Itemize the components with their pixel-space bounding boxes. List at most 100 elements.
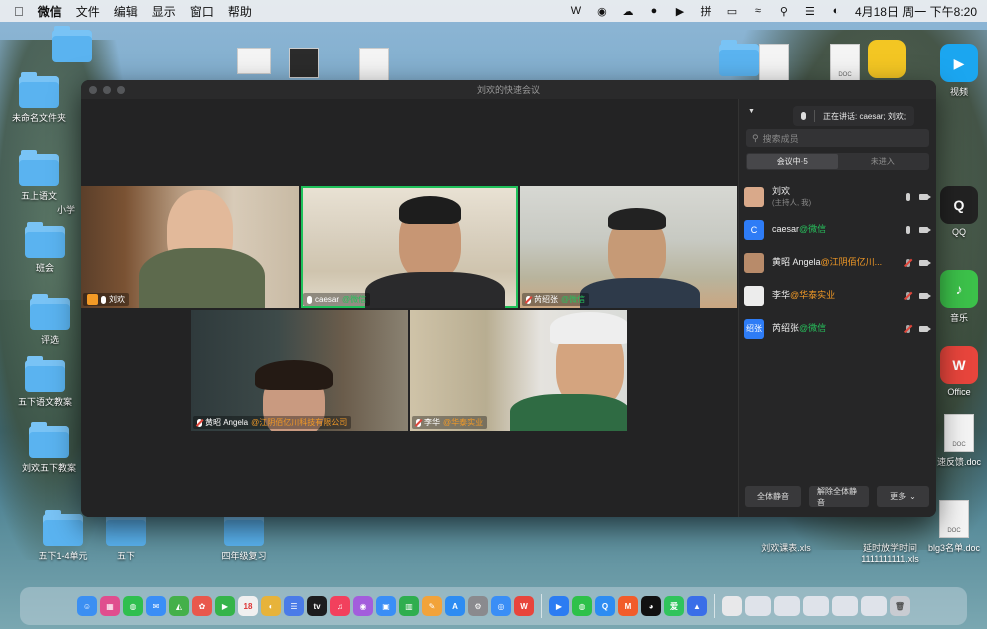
wps-status-icon[interactable]: W	[569, 5, 583, 17]
mic-icon[interactable]	[906, 225, 910, 234]
play-status-icon[interactable]: ▶	[673, 5, 687, 18]
video-tile[interactable]: 李华 @华泰实业	[410, 310, 627, 431]
video-tile[interactable]: 刘欢	[81, 186, 299, 308]
desktop-folder[interactable]: 五下语文教案	[6, 356, 84, 408]
desktop-file[interactable]: 刘欢课表.xls	[748, 538, 824, 554]
mic-muted-icon[interactable]	[906, 324, 910, 333]
apple-icon[interactable]: 	[14, 4, 24, 19]
minimized-window-thumbnail[interactable]	[861, 596, 887, 616]
menu-help[interactable]: 帮助	[228, 3, 252, 20]
unmute-all-button[interactable]: 解除全体静音	[809, 486, 869, 507]
tencent-meeting-icon[interactable]: ▶	[549, 596, 569, 616]
menu-file[interactable]: 文件	[76, 3, 100, 20]
qq-browser-icon[interactable]: Q	[595, 596, 615, 616]
menu-window[interactable]: 窗口	[190, 3, 214, 20]
video-tile[interactable]: caesar @微信	[301, 186, 518, 308]
search-icon[interactable]: ⚲	[777, 5, 791, 18]
desktop-folder[interactable]	[33, 26, 111, 62]
member-row[interactable]: 刘欢 (主持人, 我)	[744, 180, 934, 213]
wps-icon[interactable]: W	[514, 596, 534, 616]
camera-icon[interactable]	[919, 193, 931, 200]
bell-status-icon[interactable]: ●	[647, 5, 661, 17]
member-row[interactable]: C caesar@微信	[744, 213, 934, 246]
mic-icon[interactable]	[906, 192, 910, 201]
control-center-icon[interactable]: ☰	[803, 5, 817, 18]
member-row[interactable]: 绍张 芮绍张@微信	[744, 312, 934, 345]
wechat-icon[interactable]: ◍	[572, 596, 592, 616]
maps-icon[interactable]: ◭	[169, 596, 189, 616]
menu-app-name[interactable]: 微信	[38, 3, 62, 20]
safari-icon[interactable]: ◎	[491, 596, 511, 616]
camera-icon[interactable]	[919, 292, 931, 299]
qq-icon[interactable]: ◕	[641, 596, 661, 616]
collapse-caret-icon[interactable]: ▼	[748, 108, 755, 115]
cloud-status-icon[interactable]: ☁	[621, 5, 635, 18]
messages-icon[interactable]: ◍	[123, 596, 143, 616]
minimized-window-thumbnail[interactable]	[745, 596, 771, 616]
desktop-app[interactable]: W Office	[932, 346, 986, 397]
desktop-folder[interactable]: 五上语文	[0, 150, 78, 202]
tab-in-meeting[interactable]: 会议中·5	[747, 154, 838, 169]
minimized-window-thumbnail[interactable]	[832, 596, 858, 616]
desktop-folder[interactable]: 未命名文件夹	[0, 72, 78, 124]
facetime-icon[interactable]: ▶	[215, 596, 235, 616]
video-tile[interactable]: 芮绍张 @微信	[520, 186, 737, 308]
menu-view[interactable]: 显示	[152, 3, 176, 20]
preview-icon[interactable]: ▲	[687, 596, 707, 616]
reminders-icon[interactable]: ☰	[284, 596, 304, 616]
battery-icon[interactable]: ▭	[725, 5, 739, 18]
downloads-stack-icon[interactable]	[722, 596, 742, 616]
siri-icon[interactable]: ◐	[829, 5, 843, 17]
mail-icon[interactable]: ✉	[146, 596, 166, 616]
system-preferences-icon[interactable]: ⚙	[468, 596, 488, 616]
trash-icon[interactable]: 🗑	[890, 596, 910, 616]
desktop-app[interactable]: Q QQ	[932, 186, 986, 237]
wifi-icon[interactable]: ≈	[751, 5, 765, 17]
mute-all-button[interactable]: 全体静音	[745, 486, 801, 507]
desktop-folder[interactable]: 评选	[11, 294, 89, 346]
more-button[interactable]: 更多 ⌄	[877, 486, 929, 507]
numbers-icon[interactable]: ▥	[399, 596, 419, 616]
desktop-file[interactable]	[735, 44, 813, 82]
member-search-input[interactable]: ⚲ 搜索成员	[746, 129, 929, 147]
desktop-folder[interactable]: 四年级复习	[205, 510, 283, 562]
minimized-window-thumbnail[interactable]	[774, 596, 800, 616]
podcasts-icon[interactable]: ◉	[353, 596, 373, 616]
desktop-app[interactable]: ▶ 视频	[932, 44, 986, 98]
desktop-app[interactable]	[848, 40, 926, 78]
video-tile[interactable]: 黄昭 Angela @江阴佰亿川科技有限公司	[191, 310, 408, 431]
contacts-icon[interactable]: ◐	[261, 596, 281, 616]
calendar-icon[interactable]: 18	[238, 596, 258, 616]
desktop-folder[interactable]: 五下	[87, 510, 165, 562]
wechat-status-icon[interactable]: ◉	[595, 5, 609, 18]
menu-clock[interactable]: 4月18日 周一 下午8:20	[855, 3, 977, 20]
desktop-app[interactable]: ♪ 音乐	[932, 270, 986, 324]
camera-icon[interactable]	[919, 259, 931, 266]
launchpad-icon[interactable]: ▦	[100, 596, 120, 616]
tv-icon[interactable]: tv	[307, 596, 327, 616]
app-store-icon[interactable]: A	[445, 596, 465, 616]
window-titlebar[interactable]: 刘欢的快速会议	[81, 80, 936, 99]
mic-muted-icon[interactable]	[906, 291, 910, 300]
desktop-icon-label: 五下	[116, 551, 135, 561]
photos-icon[interactable]: ✿	[192, 596, 212, 616]
camera-icon[interactable]	[919, 226, 931, 233]
input-method-icon[interactable]: 拼	[699, 5, 713, 18]
keynote-icon[interactable]: ▣	[376, 596, 396, 616]
desktop-folder[interactable]: 刘欢五下教案	[10, 422, 88, 474]
camera-icon[interactable]	[919, 325, 931, 332]
desktop-file[interactable]	[265, 48, 343, 78]
menu-edit[interactable]: 编辑	[114, 3, 138, 20]
minimized-window-thumbnail[interactable]	[803, 596, 829, 616]
finder-icon[interactable]: ☺	[77, 596, 97, 616]
video-player-icon[interactable]: M	[618, 596, 638, 616]
iqiyi-icon[interactable]: 爱	[664, 596, 684, 616]
mic-muted-icon[interactable]	[906, 258, 910, 267]
music-icon[interactable]: ♫	[330, 596, 350, 616]
member-row[interactable]: 李华@华泰实业	[744, 279, 934, 312]
member-row[interactable]: 黄昭 Angela@江阴佰亿川...	[744, 246, 934, 279]
pages-icon[interactable]: ✎	[422, 596, 442, 616]
desktop-folder[interactable]: 班会	[6, 222, 84, 274]
desktop-file[interactable]: DOC 速反馈.doc	[932, 414, 986, 468]
tab-not-joined[interactable]: 未进入	[838, 154, 929, 169]
